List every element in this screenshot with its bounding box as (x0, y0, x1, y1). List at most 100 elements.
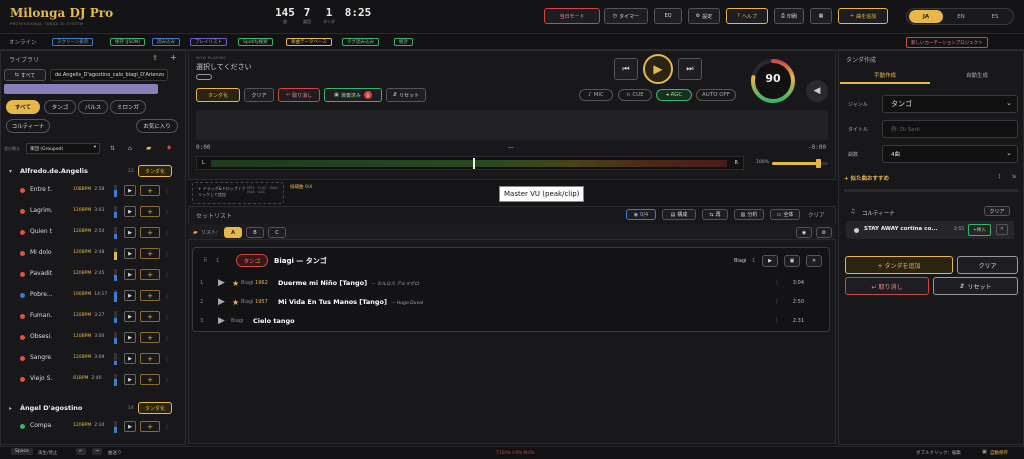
list-item[interactable]: Fuman... 120BPM3:27 ▶ + ⋮ (0, 307, 185, 327)
drag-handle-icon[interactable]: ⋮ (164, 188, 170, 195)
more-icon[interactable]: ⋮ (774, 298, 780, 305)
list-item[interactable]: Quien t... 120BPM2:54 ▶ + ⋮ (0, 223, 185, 243)
sort-icon[interactable]: ⇅ (110, 145, 115, 152)
more-icon[interactable]: ⋮ (774, 279, 780, 286)
drag-handle-icon[interactable]: ⋮ (164, 335, 170, 342)
group-tanda-button[interactable]: タンダ化 (138, 165, 172, 177)
played-button[interactable]: ▣ 演奏済み 0 (324, 88, 382, 102)
play-icon[interactable]: ▶ (218, 316, 225, 326)
tanda-play-button[interactable]: ▶ (762, 255, 778, 267)
chip-save-json[interactable]: 保存 (JSON) (110, 38, 146, 46)
cortina-track[interactable]: STAY AWAY cortina co... 2:55 +挿入 ✕ (846, 221, 1014, 239)
list-item[interactable]: Mi dolo... 120BPM2:48 ▶ + ⋮ (0, 244, 185, 264)
help-button[interactable]: ? ヘルプ (726, 8, 768, 24)
drag-handle-icon[interactable]: ⋮ (164, 293, 170, 300)
filter-all[interactable]: すべて (6, 100, 40, 114)
drag-handle-icon[interactable]: ⋮ (164, 251, 170, 258)
structure-button[interactable]: ▤ 構成 (662, 209, 696, 220)
tanda-remove-button[interactable]: ✕ (806, 255, 822, 267)
play-button[interactable]: ▶ (124, 248, 136, 259)
lang-en-button[interactable]: EN (945, 10, 977, 23)
list-tab-c[interactable]: C (268, 227, 286, 238)
add-tanda-button[interactable]: + タンダを追加 (845, 256, 953, 274)
volume-slider-handle[interactable] (815, 159, 821, 168)
tag-icon[interactable]: ⌂ (128, 145, 132, 152)
all-button[interactable]: ▭ 全体 (770, 209, 800, 220)
play-button[interactable]: ▶ (124, 290, 136, 301)
add-button[interactable]: + (140, 332, 160, 343)
drag-handle-icon[interactable]: ⋮ (164, 377, 170, 384)
lang-ja-button[interactable]: JA (909, 10, 943, 23)
list-item[interactable]: Pavadit... 120BPM2:45 ▶ + ⋮ (0, 265, 185, 285)
chip-tags[interactable]: タグ読み込み (342, 38, 379, 46)
play-button[interactable]: ▶ (124, 206, 136, 217)
chip-playlist[interactable]: プレイリスト (190, 38, 227, 46)
play-icon[interactable]: ▶ (218, 278, 225, 288)
group-toggle-icon[interactable]: ▸ (9, 405, 12, 412)
builder-undo-button[interactable]: ↩ 取り消し (845, 277, 929, 295)
drag-handle-icon[interactable]: ⋮ (164, 209, 170, 216)
chip-load[interactable]: 読み込み (152, 38, 180, 46)
chip-spotify[interactable]: Spotify検索 (238, 38, 273, 46)
replay-button[interactable]: ⇆ 再 (702, 209, 728, 220)
setlist-clear-button[interactable]: クリア (808, 211, 825, 219)
dropzone[interactable]: + ドラッグ&ドロップ / クリックして追加 MP3 · FLAC · WAV … (192, 182, 284, 204)
count-select[interactable]: 4曲 ⌄ (882, 145, 1018, 163)
play-button[interactable]: ▶ (124, 332, 136, 343)
agc-button[interactable]: ◂ AGC (656, 89, 692, 101)
reset-button[interactable]: ⇵ リセット (386, 88, 426, 102)
play-button[interactable]: ▶ (124, 374, 136, 385)
folder-icon[interactable]: ▰ (146, 144, 151, 152)
drag-handle-icon[interactable]: ⠿ (203, 257, 207, 264)
view-toggle-button[interactable]: ◉ (796, 227, 812, 238)
drag-handle-icon[interactable]: ⋮ (164, 424, 170, 431)
add-button[interactable]: + (140, 185, 160, 196)
tab-auto[interactable]: 自動生成 (932, 66, 1022, 84)
genre-select[interactable]: タンゴ ⌄ (882, 95, 1018, 113)
play-button[interactable]: ▶ (124, 185, 136, 196)
play-button[interactable]: ▶ (124, 421, 136, 432)
star-icon[interactable]: ★ (232, 279, 239, 288)
filter-vals[interactable]: バルス (78, 100, 108, 114)
timer-button[interactable]: ◷ タイマー (604, 8, 648, 24)
list-item[interactable]: Compa... 120BPM2:34 ▶ + ⋮ (0, 417, 185, 437)
volume-button[interactable]: ◀ (806, 80, 828, 102)
drag-handle-icon[interactable]: ⋮ (164, 230, 170, 237)
library-all-button[interactable]: ⇆ すべて (4, 69, 46, 81)
filter-cortina[interactable]: コルティーナ (6, 119, 50, 133)
builder-reset-button[interactable]: ⇵ リセット (933, 277, 1018, 295)
settings-button[interactable]: ⚙ 設定 (688, 8, 720, 24)
list-item[interactable]: Pobre... 100BPM 14:17 ▶ + ⋮ (0, 286, 185, 306)
chip-stats[interactable]: 統計 (394, 38, 413, 46)
add-button[interactable]: + (140, 421, 160, 432)
list-tab-a[interactable]: A (224, 227, 242, 238)
analyze-button[interactable]: ▥ 分析 (734, 209, 764, 220)
play-button[interactable]: ▶ (124, 311, 136, 322)
next-button[interactable]: ⏭ (678, 58, 702, 80)
clear-button[interactable]: クリア (244, 88, 274, 102)
list-item[interactable]: Sangre... 120BPM3:09 ▶ + ⋮ (0, 349, 185, 369)
prev-button[interactable]: ⏮ (614, 58, 638, 80)
add-button[interactable]: + (140, 290, 160, 301)
add-button[interactable]: + (140, 227, 160, 238)
cortina-project-button[interactable]: 新しいカーテーションプロジェクト (906, 37, 988, 48)
cortina-clear-button[interactable]: クリア (984, 206, 1010, 216)
add-track-button[interactable]: + 曲を追加 (838, 8, 888, 24)
practice-mode-button[interactable]: 当日モード (544, 8, 600, 24)
recommend-header[interactable]: + 似た曲おすすめ ⋮ ⇲ (844, 174, 1018, 186)
group-toggle-icon[interactable]: ▾ (9, 168, 12, 175)
group-by-select[interactable]: 楽団 (Grouped) ▾ (26, 143, 100, 154)
eq-button[interactable]: EQ (654, 8, 682, 24)
lang-es-button[interactable]: ES (979, 10, 1011, 23)
setlist-settings-button[interactable]: ⚙ (816, 227, 832, 238)
cue-button[interactable]: ∩ CUE (618, 89, 652, 101)
filter-favorites[interactable]: お気に入り (136, 119, 178, 133)
undo-button[interactable]: ↩ 取り消し (278, 88, 320, 102)
list-item[interactable]: Obsesi... 120BPM3:00 ▶ + ⋮ (0, 328, 185, 348)
list-item[interactable]: Entre t... 108BPM2:58 ▶ + ⋮ (0, 181, 185, 201)
tanda-button[interactable]: タンダ化 (196, 88, 240, 102)
play-button[interactable]: ▶ (124, 227, 136, 238)
add-button[interactable]: + (140, 248, 160, 259)
volume-slider[interactable] (772, 159, 828, 168)
play-button[interactable]: ▶ (124, 353, 136, 364)
